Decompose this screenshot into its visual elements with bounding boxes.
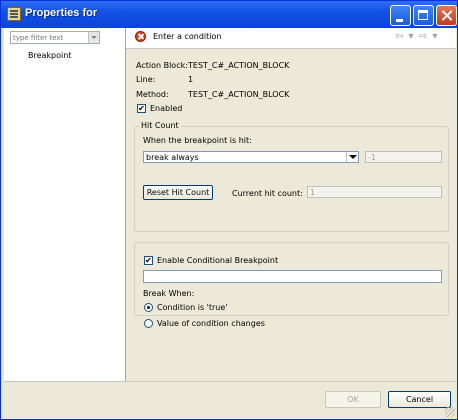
radio-value-changes[interactable]: [144, 319, 153, 328]
hit-count-title: Hit Count: [139, 121, 181, 130]
reset-hit-count-button[interactable]: Reset Hit Count: [143, 185, 213, 200]
sidebar: Breakpoint: [4, 28, 126, 381]
when-hit-label: When the breakpoint is hit:: [143, 136, 252, 145]
hit-count-field[interactable]: [365, 151, 442, 163]
main-pane: Enter a condition ⇦ ▾ ⇨ ▾ Action Block: …: [126, 28, 456, 381]
condition-field[interactable]: [143, 270, 442, 283]
cancel-button[interactable]: Cancel: [388, 391, 451, 408]
radio-condition-true[interactable]: [144, 303, 153, 312]
action-block-label: Action Block:: [136, 61, 188, 70]
line-value: 1: [188, 75, 194, 84]
hit-count-input[interactable]: [368, 152, 436, 162]
maximize-icon[interactable]: [413, 5, 434, 26]
conditional-group: ✔ Enable Conditional Breakpoint Break Wh…: [134, 242, 449, 328]
method-label: Method:: [136, 90, 169, 99]
chevron-down-icon[interactable]: [346, 152, 358, 162]
window-title: Properties for: [25, 7, 98, 19]
resize-grip-icon[interactable]: [445, 407, 455, 417]
hit-count-group: Hit Count When the breakpoint is hit: br…: [134, 121, 449, 232]
title-bar[interactable]: Properties for: [1, 1, 457, 28]
nav-arrows-icon[interactable]: ⇦ ▾ ⇨ ▾: [395, 31, 438, 42]
condition-input[interactable]: [146, 271, 414, 282]
break-when-label: Break When:: [143, 289, 195, 298]
current-hit-count-label: Current hit count:: [232, 189, 303, 198]
properties-icon: [7, 7, 21, 21]
header-message: Enter a condition: [153, 32, 222, 41]
current-hit-count-field: [307, 186, 442, 198]
sidebar-item-breakpoint[interactable]: Breakpoint: [28, 51, 71, 60]
filter-input[interactable]: [13, 33, 81, 43]
enabled-label: Enabled: [150, 104, 183, 113]
properties-dialog: Properties for Breakpoint Enter a condit…: [0, 0, 458, 420]
message-header: Enter a condition ⇦ ▾ ⇨ ▾: [126, 28, 456, 49]
ok-button[interactable]: OK: [325, 391, 381, 408]
action-block-value: TEST_C#_ACTION_BLOCK: [188, 61, 290, 70]
current-hit-count-input: [310, 187, 430, 197]
enabled-checkbox[interactable]: ✔: [137, 104, 146, 113]
enable-conditional-label: Enable Conditional Breakpoint: [157, 256, 279, 265]
chevron-down-icon[interactable]: [88, 32, 99, 43]
footer-separator: [4, 381, 456, 382]
error-icon: [135, 31, 146, 42]
close-icon[interactable]: [436, 5, 457, 26]
line-label: Line:: [136, 75, 156, 84]
method-value: TEST_C#_ACTION_BLOCK: [188, 90, 290, 99]
filter-box[interactable]: [10, 31, 100, 44]
minimize-icon[interactable]: [390, 5, 411, 26]
radio-condition-true-label: Condition is 'true': [157, 303, 228, 312]
radio-value-changes-label: Value of condition changes: [157, 319, 265, 328]
enable-conditional-checkbox[interactable]: ✔: [144, 256, 153, 265]
hit-mode-select[interactable]: break always: [143, 151, 359, 163]
hit-mode-value: break always: [146, 153, 199, 162]
